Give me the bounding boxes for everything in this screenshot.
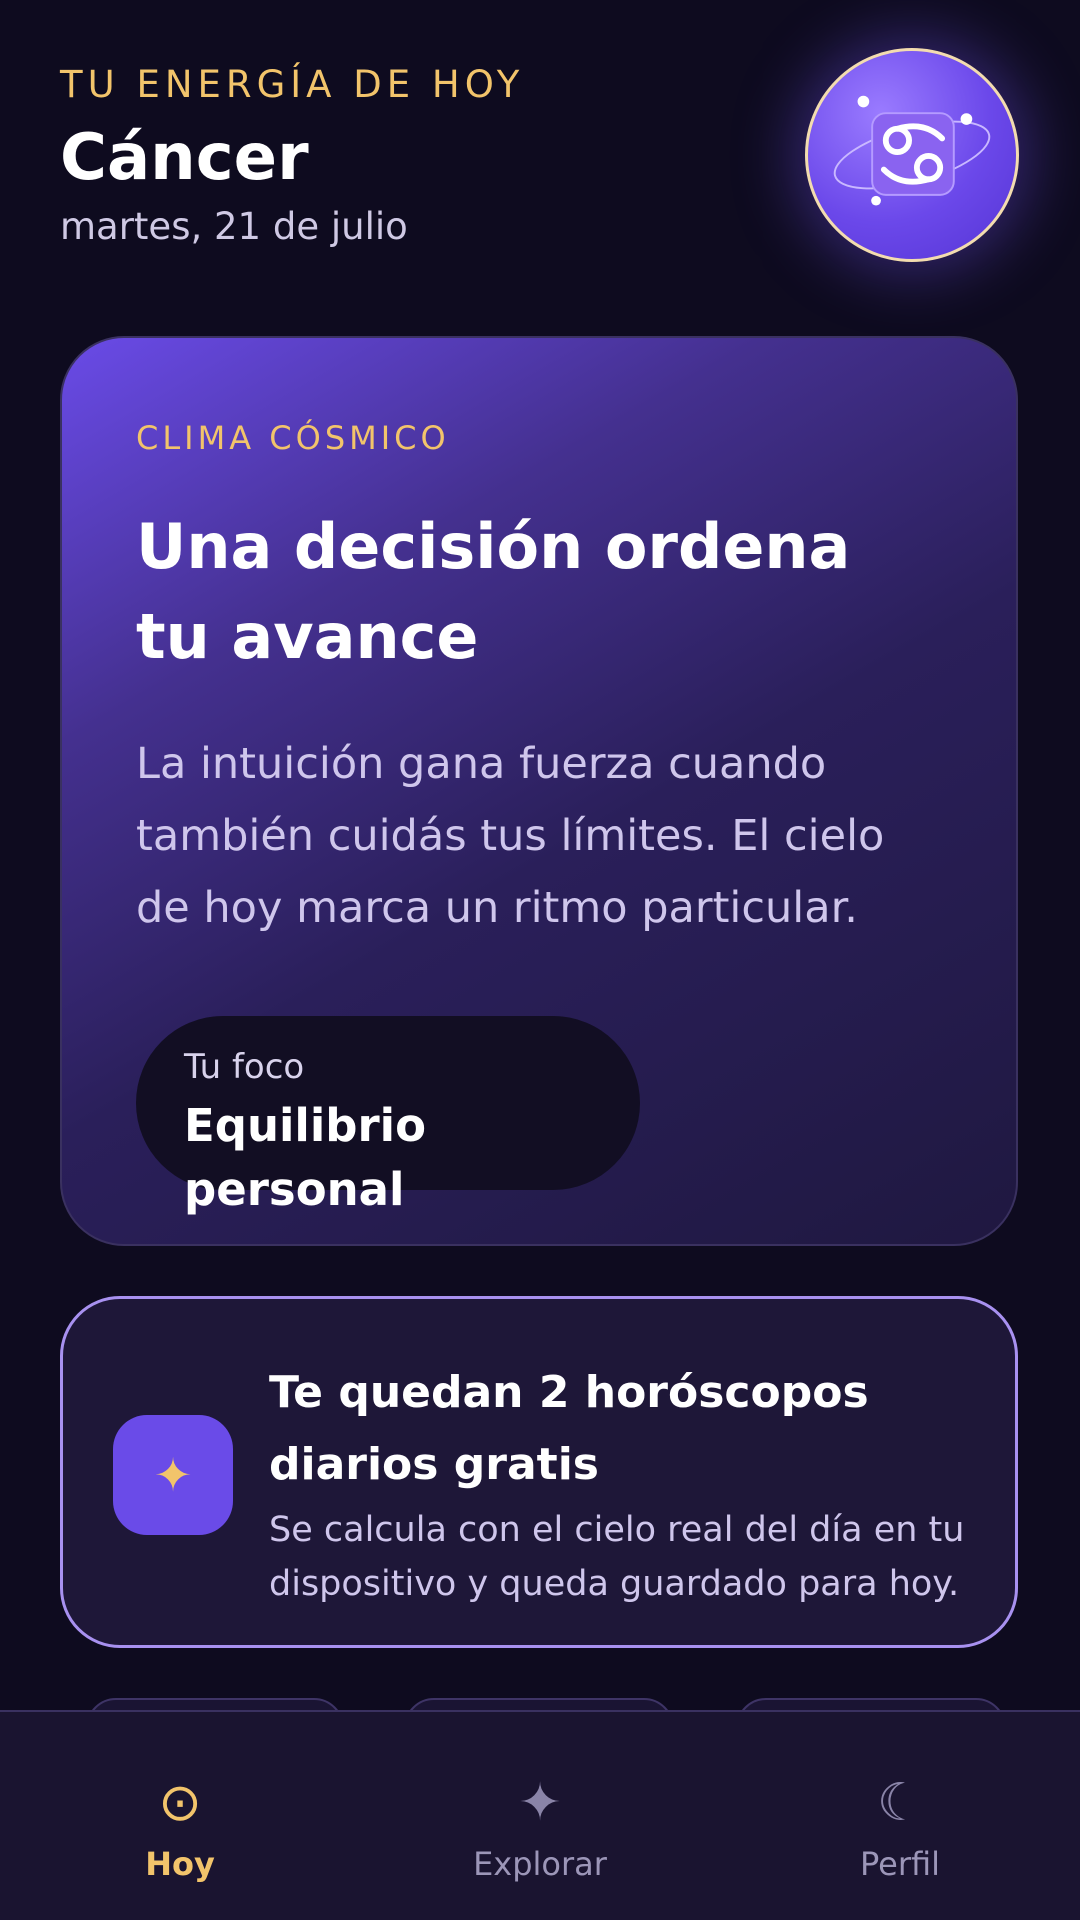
nav-item-explorar[interactable]: ✦ Explorar <box>360 1712 720 1920</box>
nav-label-hoy: Hoy <box>145 1845 215 1883</box>
nav-label-perfil: Perfil <box>859 1845 941 1883</box>
cancer-zodiac-icon <box>833 95 991 206</box>
focus-label: Tu foco <box>184 1047 305 1087</box>
moon-icon: ☾ <box>876 1773 924 1833</box>
bottom-nav: ⊙ Hoy ✦ Explorar ☾ Perfil <box>0 1710 1080 1920</box>
horoscope-today-screen: TU ENERGÍA DE HOY Cáncer martes, 21 de j… <box>0 0 1080 1920</box>
free-card-text: Te quedan 2 horóscopos diarios gratis Se… <box>269 1357 989 1611</box>
cosmic-weather-card: CLIMA CÓSMICO Una decisión ordena tu ava… <box>60 336 1018 1246</box>
nav-label-explorar: Explorar <box>473 1845 607 1883</box>
sign-name: Cáncer <box>60 121 309 195</box>
nav-item-perfil[interactable]: ☾ Perfil <box>720 1712 1080 1920</box>
cosmic-card-body: La intuición gana fuerza cuando también … <box>136 739 885 933</box>
free-horoscopes-card[interactable]: ✦ Te quedan 2 horóscopos diarios gratis … <box>60 1296 1018 1648</box>
cosmic-card-eyebrow: CLIMA CÓSMICO <box>136 419 450 457</box>
star-icon: ✦ <box>518 1773 562 1833</box>
focus-value: Equilibrio personal <box>184 1099 427 1216</box>
header: TU ENERGÍA DE HOY Cáncer martes, 21 de j… <box>60 60 524 252</box>
nav-item-hoy[interactable]: ⊙ Hoy <box>0 1712 360 1920</box>
free-card-title: Te quedan 2 horóscopos diarios gratis <box>269 1367 869 1490</box>
free-card-subtitle: Se calcula con el cielo real del día en … <box>269 1510 965 1604</box>
header-eyebrow: TU ENERGÍA DE HOY <box>60 63 525 106</box>
current-date: martes, 21 de julio <box>60 205 408 248</box>
sparkle-icon: ✦ <box>113 1415 233 1535</box>
cosmic-card-title: Una decisión ordena tu avance <box>136 510 851 673</box>
focus-pill: Tu foco Equilibrio personal <box>136 1016 640 1216</box>
sun-icon: ⊙ <box>158 1773 202 1833</box>
zodiac-avatar[interactable] <box>805 48 1019 262</box>
